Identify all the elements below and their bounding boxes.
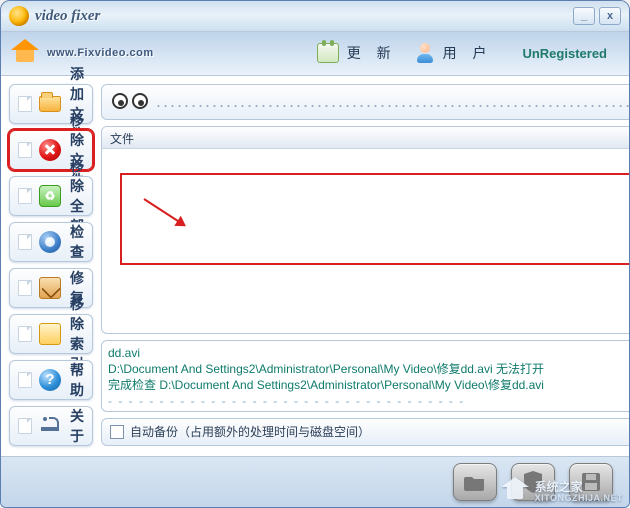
about-icon [41, 427, 59, 431]
user-icon [415, 43, 435, 63]
body: 添加文件 移除文件 ♻ 移除全部 检 查 修 复 [1, 76, 629, 456]
about-label: 关 于 [70, 406, 84, 446]
list-body[interactable] [102, 149, 630, 333]
watermark-sub: XITONGZHIJA.NET [535, 493, 623, 503]
page-icon [18, 142, 32, 158]
log-separator: - - - - - - - - - - - - - - - - - - - - … [108, 393, 630, 409]
recycle-icon: ♻ [39, 185, 61, 207]
log-line: D:\Document And Settings2\Administrator\… [108, 361, 630, 377]
page-icon [18, 188, 32, 204]
progress-dots: ........................................… [156, 91, 630, 112]
list-header: 文件 状态 [102, 127, 630, 149]
remove-all-button[interactable]: ♻ 移除全部 [9, 176, 93, 216]
globe-icon [39, 231, 61, 253]
minimize-button[interactable]: _ [573, 7, 595, 25]
titlebar: video fixer _ x [1, 1, 629, 32]
log-panel[interactable]: dd.avi D:\Document And Settings2\Adminis… [101, 340, 630, 412]
watermark-icon [501, 479, 529, 503]
help-button[interactable]: ? 帮 助 [9, 360, 93, 400]
help-icon: ? [39, 369, 61, 391]
check-button[interactable]: 检 查 [9, 222, 93, 262]
options-row: 自动备份（占用额外的处理时间与磁盘空间） [101, 418, 630, 446]
autobackup-checkbox[interactable] [110, 425, 124, 439]
page-icon [18, 96, 32, 112]
log-line: 完成检查 D:\Document And Settings2\Administr… [108, 377, 630, 393]
update-label: 更 新 [347, 43, 397, 63]
update-button[interactable]: 更 新 [317, 43, 397, 63]
footer: 系统之家 XITONGZHIJA.NET [1, 456, 629, 507]
about-button[interactable]: 关 于 [9, 406, 93, 446]
eyes-icon [112, 93, 148, 111]
page-icon [18, 418, 32, 434]
page-icon [18, 280, 32, 296]
watermark-title: 系统之家 [535, 480, 583, 494]
folder-open-icon [39, 96, 61, 112]
folder-icon [464, 473, 486, 491]
close-button[interactable]: x [599, 7, 621, 25]
col-file[interactable]: 文件 [102, 127, 630, 148]
check-label: 检 查 [70, 222, 84, 262]
calendar-icon [317, 43, 339, 63]
remove-index-button[interactable]: 移除索引 [9, 314, 93, 354]
help-label: 帮 助 [70, 360, 84, 400]
tool-icon [39, 277, 61, 299]
remove-icon [39, 139, 61, 161]
header: www.Fixvideo.com 更 新 用 户 UnRegistered [1, 32, 629, 76]
registration-status: UnRegistered [522, 46, 607, 61]
page-icon [18, 234, 32, 250]
watermark: 系统之家 XITONGZHIJA.NET [501, 478, 623, 503]
app-title: video fixer [35, 8, 100, 25]
page-icon [18, 372, 32, 388]
index-icon [39, 323, 61, 345]
progress-bar: ........................................… [101, 84, 630, 120]
main-panel: ........................................… [101, 84, 630, 446]
user-label: 用 户 [443, 43, 493, 63]
app-icon [9, 6, 29, 26]
sidebar: 添加文件 移除文件 ♻ 移除全部 检 查 修 复 [9, 84, 93, 446]
app-window: video fixer _ x www.Fixvideo.com 更 新 用 户… [0, 0, 630, 508]
annotation-rect [120, 173, 630, 265]
file-list[interactable]: 文件 状态 [101, 126, 630, 334]
log-line: dd.avi [108, 345, 630, 361]
autobackup-label: 自动备份（占用额外的处理时间与磁盘空间） [130, 423, 370, 440]
site-url: www.Fixvideo.com [47, 47, 154, 59]
user-button[interactable]: 用 户 [415, 43, 493, 63]
log-line: 全部文件已被检查 [108, 410, 630, 412]
footer-open-button[interactable] [453, 463, 497, 501]
home-icon [11, 41, 39, 65]
page-icon [18, 326, 32, 342]
